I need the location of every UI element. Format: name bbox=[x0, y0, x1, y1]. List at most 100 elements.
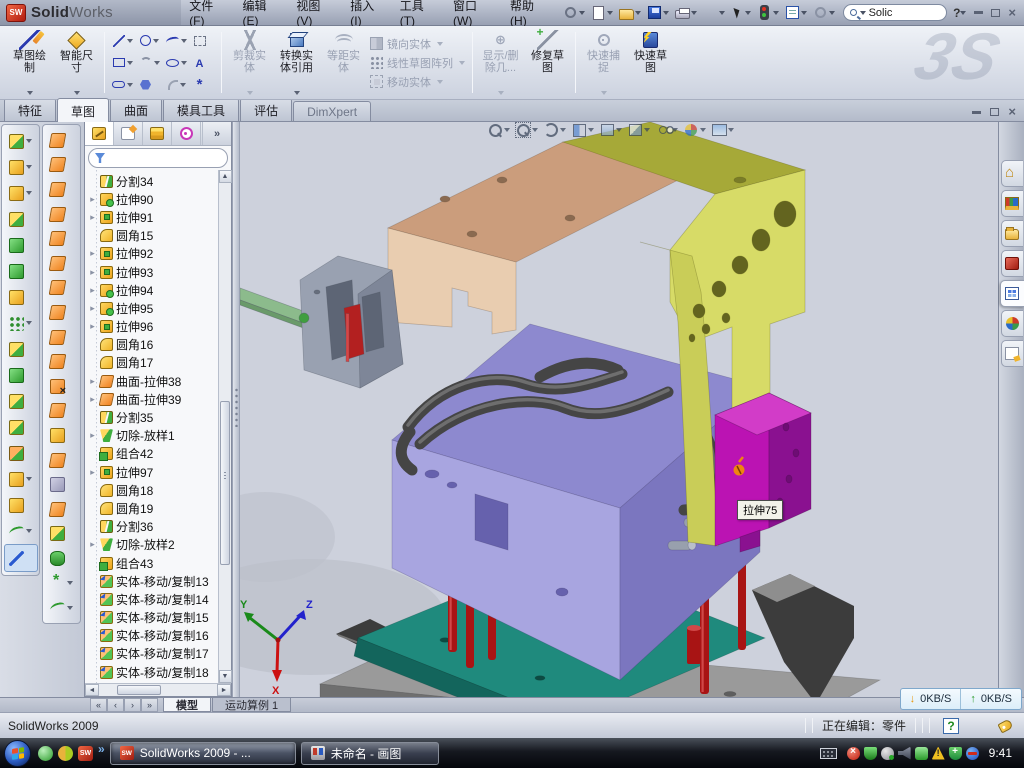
close-button[interactable]: × bbox=[1008, 8, 1016, 18]
dropdown-caret[interactable] bbox=[700, 128, 706, 132]
knit-surface-icon[interactable] bbox=[45, 423, 79, 448]
expand-arrow-icon[interactable] bbox=[88, 267, 97, 278]
protection-plus-icon[interactable] bbox=[949, 747, 962, 760]
dropdown-caret[interactable] bbox=[26, 321, 32, 325]
quick-tips-icon[interactable]: ? bbox=[943, 718, 959, 734]
freeform-icon[interactable] bbox=[45, 251, 79, 276]
dropdown-caret[interactable] bbox=[181, 61, 187, 65]
hide-show-items-icon[interactable] bbox=[655, 122, 678, 138]
rotate-view-icon[interactable] bbox=[543, 122, 566, 138]
offset-surface-icon[interactable] bbox=[45, 300, 79, 325]
dropdown-caret[interactable] bbox=[579, 11, 585, 15]
dropdown-caret[interactable] bbox=[504, 128, 510, 132]
thicken-icon[interactable] bbox=[45, 325, 79, 350]
tree-item[interactable]: 曲面-拉伸39 bbox=[88, 390, 218, 408]
tree-item[interactable]: 拉伸91 bbox=[88, 208, 218, 226]
extruded-boss-icon[interactable] bbox=[4, 128, 38, 154]
sketch-fillet-icon[interactable] bbox=[163, 74, 190, 96]
antivirus-shield-icon[interactable] bbox=[864, 747, 877, 760]
sketch-caret[interactable] bbox=[27, 91, 33, 95]
expand-arrow-icon[interactable] bbox=[88, 285, 97, 296]
solidworks-quicklaunch-icon[interactable]: SW bbox=[78, 746, 93, 761]
move-entities-button[interactable]: 移动实体 bbox=[370, 74, 465, 90]
volume-icon[interactable] bbox=[898, 747, 911, 760]
tree-item[interactable]: 分割36 bbox=[88, 518, 218, 536]
expand-arrow-icon[interactable] bbox=[88, 212, 97, 223]
mirror-entities-button[interactable]: 镜向实体 bbox=[370, 36, 465, 52]
document-tab[interactable]: 运动算例 1 bbox=[212, 698, 291, 712]
tree-item[interactable]: 拉伸94 bbox=[88, 281, 218, 299]
tree-item[interactable]: 拉伸95 bbox=[88, 299, 218, 317]
linear-sketch-pattern-button[interactable]: 线性草图阵列 bbox=[370, 55, 465, 71]
panel-tab[interactable] bbox=[143, 122, 172, 145]
update-badge-icon[interactable] bbox=[881, 747, 894, 760]
dropdown-caret[interactable] bbox=[635, 11, 641, 15]
zoom-area-icon[interactable] bbox=[515, 122, 538, 138]
dropdown-caret[interactable] bbox=[127, 39, 133, 43]
dropdown-caret[interactable] bbox=[26, 191, 32, 195]
move-body-icon[interactable] bbox=[4, 440, 38, 466]
taskbar-button-paint[interactable]: 未命名 - 画图 bbox=[301, 742, 439, 765]
commandmanager-tab[interactable]: 特征 bbox=[4, 98, 56, 121]
dropdown-caret[interactable] bbox=[616, 128, 622, 132]
section-view-icon[interactable] bbox=[571, 122, 594, 138]
undo-icon[interactable] bbox=[701, 4, 727, 21]
reference-point-icon[interactable] bbox=[45, 571, 79, 596]
panel-tab[interactable] bbox=[85, 122, 114, 145]
sync-error-icon[interactable] bbox=[966, 747, 979, 760]
ruled-surface-icon[interactable] bbox=[45, 349, 79, 374]
tree-item[interactable]: 实体-移动/复制18 bbox=[88, 663, 218, 681]
cylinder-icon[interactable] bbox=[45, 546, 79, 571]
lasso-select-icon[interactable] bbox=[190, 30, 217, 52]
dropdown-caret[interactable] bbox=[67, 581, 73, 585]
ellipse-icon[interactable] bbox=[163, 52, 190, 74]
polygon-icon[interactable] bbox=[136, 74, 163, 96]
scroll-down-icon[interactable]: ▼ bbox=[219, 670, 232, 683]
dropdown-caret[interactable] bbox=[607, 11, 613, 15]
shell-icon[interactable] bbox=[4, 362, 38, 388]
commandmanager-tab[interactable]: 曲面 bbox=[110, 98, 162, 121]
task-pane-tab[interactable] bbox=[1001, 190, 1023, 217]
planar-surface-icon[interactable] bbox=[45, 276, 79, 301]
start-button[interactable] bbox=[4, 740, 31, 767]
doc-tab-nav-button[interactable]: « bbox=[90, 698, 107, 712]
expand-arrow-icon[interactable] bbox=[88, 539, 97, 550]
replace-face-icon[interactable] bbox=[45, 399, 79, 424]
convert-entities-caret[interactable] bbox=[294, 91, 300, 95]
tree-filter-input[interactable] bbox=[88, 148, 228, 168]
tree-item[interactable]: 分割34 bbox=[88, 172, 218, 190]
messenger-icon[interactable] bbox=[38, 746, 53, 761]
expand-arrow-icon[interactable] bbox=[88, 394, 97, 405]
commandmanager-tab[interactable]: 模具工具 bbox=[163, 98, 239, 121]
revolved-surface-icon[interactable] bbox=[45, 153, 79, 178]
rapid-sketch-button[interactable]: 快速草 图 bbox=[627, 28, 674, 97]
input-language-icon[interactable] bbox=[820, 748, 837, 759]
tree-item[interactable]: 实体-移动/复制13 bbox=[88, 572, 218, 590]
tags-icon[interactable] bbox=[997, 718, 1013, 733]
commandmanager-tab[interactable]: 草图 bbox=[57, 98, 109, 122]
commandmanager-tab[interactable]: DimXpert bbox=[293, 101, 371, 121]
scroll-left-icon[interactable]: ◄ bbox=[85, 684, 99, 696]
tree-item[interactable]: 圆角16 bbox=[88, 336, 218, 354]
expand-arrow-icon[interactable] bbox=[88, 430, 97, 441]
dropdown-caret[interactable] bbox=[26, 165, 32, 169]
combine-icon[interactable] bbox=[4, 414, 38, 440]
task-pane-tab[interactable] bbox=[1001, 310, 1023, 337]
linear-pattern-icon[interactable] bbox=[4, 310, 38, 336]
delete-body-icon[interactable] bbox=[4, 492, 38, 518]
quick-launch-chevron[interactable]: » bbox=[98, 742, 105, 756]
dropdown-caret[interactable] bbox=[127, 83, 133, 87]
panel-tab-overflow[interactable]: » bbox=[202, 122, 231, 145]
options-icon[interactable] bbox=[783, 4, 809, 21]
tree-item[interactable]: 拉伸90 bbox=[88, 190, 218, 208]
dropdown-caret[interactable] bbox=[691, 11, 697, 15]
security-alert-icon[interactable] bbox=[847, 747, 860, 760]
h-scroll-thumb[interactable] bbox=[117, 685, 161, 695]
delete-face-icon[interactable] bbox=[45, 374, 79, 399]
tree-item[interactable]: 圆角15 bbox=[88, 227, 218, 245]
circle-icon[interactable] bbox=[136, 30, 163, 52]
smart-dimension-caret[interactable] bbox=[74, 91, 80, 95]
tree-item[interactable]: 圆角19 bbox=[88, 499, 218, 517]
dropdown-caret[interactable] bbox=[773, 11, 779, 15]
sketch-text-icon[interactable] bbox=[190, 52, 217, 74]
